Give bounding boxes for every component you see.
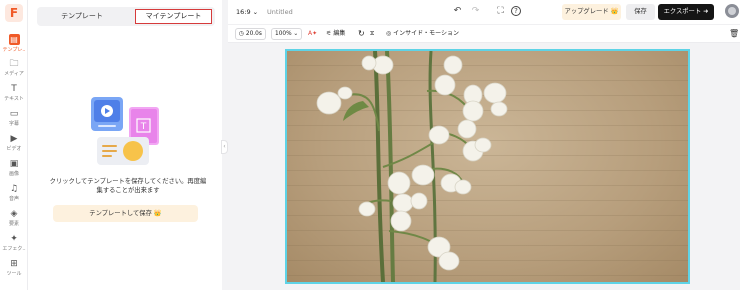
rail-item-label: テキスト — [4, 96, 24, 102]
video-icon: ▶ — [10, 134, 18, 144]
help-icon[interactable]: ? — [511, 6, 521, 16]
edit-tool[interactable]: ⚟ 編集 — [326, 29, 345, 39]
empty-templates-illustration: T — [91, 97, 159, 165]
rail-item-subtitle[interactable]: ▭ 字幕 — [0, 109, 28, 127]
template-icon: ▤ — [8, 34, 20, 45]
sliders-icon: ⚟ — [326, 30, 332, 37]
top-bar: 16:9 ⌄ Untitled ↶ ↷ ⛶ ? アップグレード 👑 保存 エクス… — [228, 0, 740, 24]
canvas-toolbar: ◷ 20.0s 100% ⌄ A✦ ⚟ 編集 ↻ ⧖ ◎ インサイド・モーション… — [228, 24, 740, 43]
app-logo[interactable]: F — [5, 4, 23, 22]
save-button[interactable]: 保存 — [626, 4, 655, 20]
effects-icon: ✦ — [10, 234, 18, 244]
music-icon: ♫ — [9, 184, 19, 194]
rail-item-media[interactable]: 🗀 メディア — [0, 59, 28, 77]
canvas-area — [228, 43, 740, 290]
rail-item-video[interactable]: ▶ ビデオ — [0, 134, 28, 152]
redo-icon[interactable]: ↷ — [470, 6, 481, 17]
rail-item-label: テンプレ.. — [2, 47, 26, 53]
rail-item-label: メディア — [4, 71, 24, 77]
rail-item-text[interactable]: T テキスト — [0, 84, 28, 102]
screenshot-icon[interactable]: ⛶ — [495, 6, 506, 17]
edit-label: 編集 — [333, 30, 346, 37]
collapse-panel-handle[interactable]: ‹ — [221, 140, 228, 154]
clock-icon: ◷ — [239, 31, 245, 37]
rail-item-tools[interactable]: ⊞ ツール — [0, 259, 28, 277]
tools-icon: ⊞ — [10, 259, 18, 269]
avatar[interactable] — [725, 4, 739, 18]
document-title[interactable]: Untitled — [267, 8, 293, 16]
rail-item-label: エフェク.. — [2, 246, 26, 252]
template-panel: テンプレート マイテンプレート T クリックしてテンプレートを保存してください。… — [28, 0, 222, 290]
subtitle-icon: ▭ — [9, 109, 19, 119]
animation-label: インサイド・モーション — [393, 30, 460, 37]
aspect-ratio-dropdown[interactable]: 16:9 ⌄ — [236, 8, 258, 16]
template-tabs: テンプレート マイテンプレート — [37, 7, 215, 26]
text-icon: T — [11, 84, 17, 94]
rail-item-label: 音声 — [8, 196, 19, 202]
selected-image-element[interactable] — [285, 49, 690, 284]
rail-item-label: 字幕 — [8, 121, 19, 127]
rotate-icon[interactable]: ↻ — [358, 29, 365, 39]
upgrade-button[interactable]: アップグレード 👑 — [562, 4, 621, 20]
rail-item-label: 画像 — [8, 171, 19, 177]
zoom-dropdown[interactable]: 100% ⌄ — [271, 28, 303, 40]
trash-icon[interactable]: 🗑 — [729, 29, 739, 38]
rail-item-label: ビデオ — [6, 146, 22, 152]
empty-templates-message: クリックしてテンプレートを保存してください。再度編集することが出来ます — [49, 178, 207, 194]
rail-item-image[interactable]: ▣ 画像 — [0, 159, 28, 177]
lily-of-the-valley-photo — [316, 51, 508, 282]
tab-my-templates[interactable]: マイテンプレート — [135, 9, 212, 24]
rail-item-label: 要素 — [8, 221, 19, 227]
image-icon: ▣ — [9, 159, 19, 169]
save-as-template-button[interactable]: テンプレートして保存 👑 — [53, 205, 198, 222]
elements-icon: ◈ — [10, 209, 18, 219]
rail-item-effects[interactable]: ✦ エフェク.. — [0, 234, 28, 252]
animation-icon: ◎ — [386, 30, 392, 37]
rail-item-audio[interactable]: ♫ 音声 — [0, 184, 28, 202]
ai-magic-icon[interactable]: A✦ — [308, 29, 317, 39]
rail-item-templates[interactable]: ▤ テンプレ.. — [0, 34, 28, 53]
flip-icon[interactable]: ⧖ — [370, 29, 374, 39]
media-folder-icon: 🗀 — [9, 59, 19, 69]
rail-item-label: ツール — [6, 271, 22, 277]
undo-icon[interactable]: ↶ — [452, 6, 463, 17]
animation-tool[interactable]: ◎ インサイド・モーション — [386, 29, 459, 39]
tab-templates[interactable]: テンプレート — [39, 9, 125, 24]
export-button[interactable]: エクスポート ➜ — [658, 4, 714, 20]
duration-chip[interactable]: ◷ 20.0s — [235, 28, 266, 40]
left-rail: F ▤ テンプレ.. 🗀 メディア T テキスト ▭ 字幕 ▶ ビデオ ▣ 画像… — [0, 0, 28, 290]
rail-item-elements[interactable]: ◈ 要素 — [0, 209, 28, 227]
svg-text:T: T — [140, 122, 147, 132]
duration-value: 20.0s — [245, 31, 262, 37]
